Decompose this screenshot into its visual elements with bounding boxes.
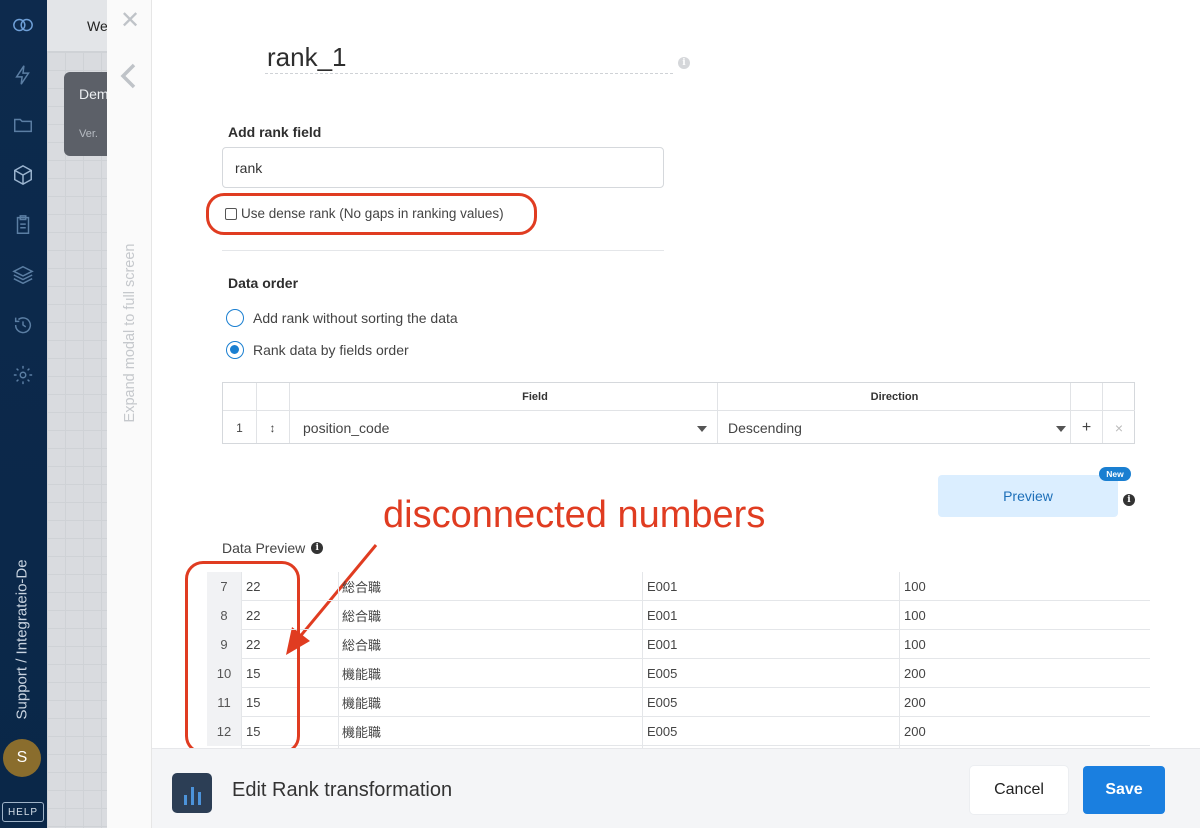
data-preview-table: 7 22 総合職 E001 100 8 22 総合職 E001 100 9 22… <box>207 572 1150 748</box>
section-divider <box>222 250 664 251</box>
table-row: 12 15 機能職 E005 200 <box>207 717 1150 746</box>
table-row: 10 15 機能職 E005 200 <box>207 659 1150 688</box>
table-cell: 100 <box>904 608 926 623</box>
rank-field-input[interactable]: rank <box>222 147 664 188</box>
lightning-icon[interactable] <box>10 62 36 88</box>
workspace-card-version: Ver. <box>79 128 98 140</box>
close-icon[interactable]: ✕ <box>119 9 141 33</box>
radio-label: Rank data by fields order <box>253 342 409 358</box>
radio-label: Add rank without sorting the data <box>253 310 458 326</box>
table-cell: E005 <box>647 666 678 681</box>
workspace-card-title: Dem <box>79 86 109 102</box>
order-row-index: 1 <box>236 421 243 435</box>
table-cell: 機能職 <box>342 667 382 682</box>
footer-title: Edit Rank transformation <box>232 779 453 801</box>
annotation-text: disconnected numbers <box>383 494 766 536</box>
rank-transformation-icon <box>172 773 212 813</box>
table-cell: 総合職 <box>342 638 382 653</box>
cancel-button[interactable]: Cancel <box>970 766 1068 814</box>
direction-column-header: Direction <box>719 383 1070 411</box>
field-select-value: position_code <box>303 420 390 436</box>
annotation-highlight-ranks <box>185 561 300 754</box>
gear-icon[interactable] <box>10 362 36 388</box>
table-cell: 100 <box>904 637 926 652</box>
component-name-input[interactable]: rank_1 <box>265 42 673 74</box>
edit-rank-modal: rank_1 i Add rank field rank Use dense r… <box>152 0 1200 828</box>
modal-footer: Edit Rank transformation Cancel Save <box>152 748 1200 828</box>
workspace-tab: We <box>87 18 108 34</box>
table-cell: E001 <box>647 637 678 652</box>
drag-handle-icon[interactable]: ↕ <box>256 412 289 444</box>
table-cell: E005 <box>647 695 678 710</box>
expand-modal-link[interactable]: Expand modal to full screen <box>117 230 141 440</box>
new-badge: New <box>1099 467 1131 481</box>
data-order-label: Data order <box>228 275 299 291</box>
data-preview-label: Data Preview i <box>222 540 324 556</box>
radio-button[interactable] <box>226 309 244 327</box>
radio-button[interactable] <box>226 341 244 359</box>
table-cell: E005 <box>647 724 678 739</box>
order-table: Field Direction 1 ↕ position_code Descen… <box>222 382 1135 444</box>
help-button[interactable]: HELP <box>2 802 44 822</box>
clipboard-icon[interactable] <box>10 212 36 238</box>
table-cell: 100 <box>904 579 926 594</box>
radio-sort-by-fields[interactable]: Rank data by fields order <box>226 341 409 359</box>
table-cell: E001 <box>647 608 678 623</box>
table-cell: 機能職 <box>342 725 382 740</box>
direction-select[interactable]: Descending <box>718 412 1070 444</box>
info-icon[interactable]: i <box>1123 489 1135 507</box>
direction-select-value: Descending <box>728 420 802 436</box>
preview-button[interactable]: Preview <box>938 475 1118 517</box>
info-icon[interactable]: i <box>311 542 324 554</box>
folder-icon[interactable] <box>10 112 36 138</box>
modal-side-strip: ✕ Expand modal to full screen <box>107 0 152 828</box>
logo-icon[interactable] <box>10 12 36 38</box>
annotation-highlight-checkbox <box>206 193 537 235</box>
table-cell: 200 <box>904 724 926 739</box>
table-cell: E001 <box>647 579 678 594</box>
table-row: 9 22 総合職 E001 100 <box>207 630 1150 659</box>
chevron-down-icon <box>1056 426 1066 432</box>
table-cell: 総合職 <box>342 609 382 624</box>
radio-no-sort[interactable]: Add rank without sorting the data <box>226 309 458 327</box>
table-cell: 200 <box>904 666 926 681</box>
package-icon[interactable] <box>10 162 36 188</box>
add-row-button[interactable]: + <box>1071 412 1102 444</box>
layers-icon[interactable] <box>10 262 36 288</box>
avatar[interactable]: S <box>3 739 41 777</box>
table-cell: 200 <box>904 695 926 710</box>
table-row: 11 15 機能職 E005 200 <box>207 688 1150 717</box>
table-cell: 総合職 <box>342 580 382 595</box>
account-label[interactable]: Support / Integrateio-De <box>9 540 35 720</box>
nav-rail: Support / Integrateio-De S HELP <box>0 0 47 828</box>
field-select[interactable]: position_code <box>289 412 717 444</box>
table-row: 7 22 総合職 E001 100 <box>207 572 1150 601</box>
data-preview-title: Data Preview <box>222 540 306 556</box>
info-icon[interactable]: i <box>678 52 690 70</box>
history-icon[interactable] <box>10 312 36 338</box>
workspace-canvas <box>47 52 107 828</box>
field-column-header: Field <box>289 383 781 411</box>
chevron-down-icon <box>697 426 707 432</box>
table-row: 8 22 総合職 E001 100 <box>207 601 1150 630</box>
chevron-left-icon[interactable] <box>117 62 141 90</box>
remove-row-button[interactable]: × <box>1103 412 1135 444</box>
save-button[interactable]: Save <box>1083 766 1165 814</box>
add-rank-field-label: Add rank field <box>228 124 322 140</box>
table-cell: 機能職 <box>342 696 382 711</box>
